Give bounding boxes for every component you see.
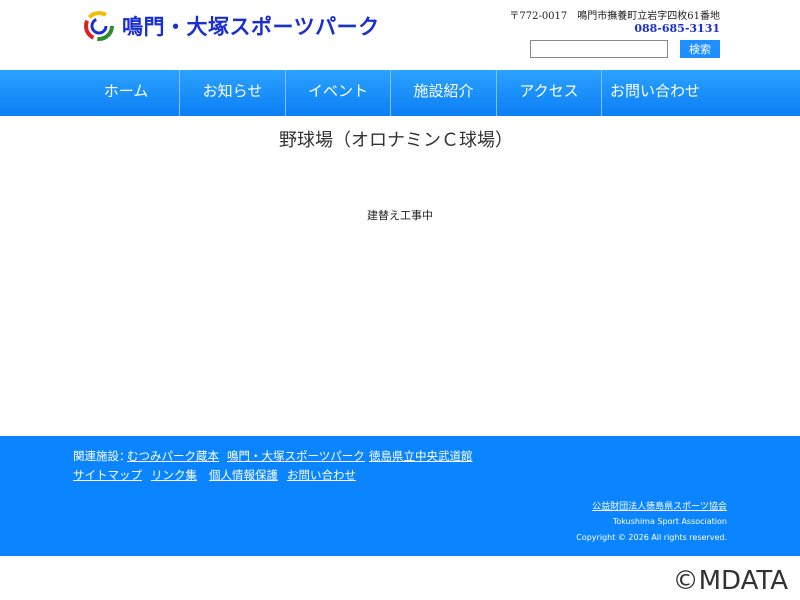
footer-link-budokan[interactable]: 徳島県立中央武道館 <box>369 448 473 464</box>
park-logo-icon <box>82 10 116 42</box>
page-title: 野球場（オロナミンＣ球場） <box>279 130 513 151</box>
search-input[interactable] <box>530 40 668 58</box>
footer-link-contact[interactable]: お問い合わせ <box>287 467 356 483</box>
site-footer: 関連施設： むつみパーク蔵本 鳴門・大塚スポーツパーク 徳島県立中央武道館 サイ… <box>0 436 800 556</box>
site-logo[interactable]: 鳴門・大塚スポーツパーク <box>82 10 380 42</box>
main-nav: ホーム お知らせ イベント 施設紹介 アクセス お問い合わせ <box>0 70 800 116</box>
construction-notice: 建替え工事中 <box>367 209 433 222</box>
org-name-link[interactable]: 公益財団法人徳島県スポーツ協会 <box>592 499 727 512</box>
nav-item-facilities[interactable]: 施設紹介 <box>391 70 496 116</box>
related-facilities-label: 関連施設： <box>73 449 131 463</box>
nav-item-contact[interactable]: お問い合わせ <box>602 70 708 116</box>
footer-link-privacy[interactable]: 個人情報保護 <box>209 467 278 483</box>
tel-text: 088-685-3131 <box>634 22 720 35</box>
watermark: ©MDATA <box>672 566 788 596</box>
nav-item-news[interactable]: お知らせ <box>180 70 285 116</box>
search-button[interactable]: 検索 <box>680 40 720 58</box>
footer-link-naruto-park[interactable]: 鳴門・大塚スポーツパーク <box>227 448 365 464</box>
nav-item-access[interactable]: アクセス <box>497 70 601 116</box>
footer-link-links[interactable]: リンク集 <box>151 467 197 483</box>
site-title: 鳴門・大塚スポーツパーク <box>122 15 380 39</box>
site-header: 鳴門・大塚スポーツパーク 〒772-0017 鳴門市撫養町立岩字四枚61番地 0… <box>0 0 800 70</box>
address-text: 〒772-0017 鳴門市撫養町立岩字四枚61番地 <box>509 11 720 22</box>
nav-item-home[interactable]: ホーム <box>73 70 179 116</box>
footer-link-sitemap[interactable]: サイトマップ <box>73 467 142 483</box>
nav-item-events[interactable]: イベント <box>286 70 390 116</box>
copyright-text: Copyright © 2026 All rights reserved. <box>576 533 727 542</box>
org-english-name: Tokushima Sport Association <box>612 517 727 526</box>
footer-link-mutsumi-park[interactable]: むつみパーク蔵本 <box>127 448 219 464</box>
